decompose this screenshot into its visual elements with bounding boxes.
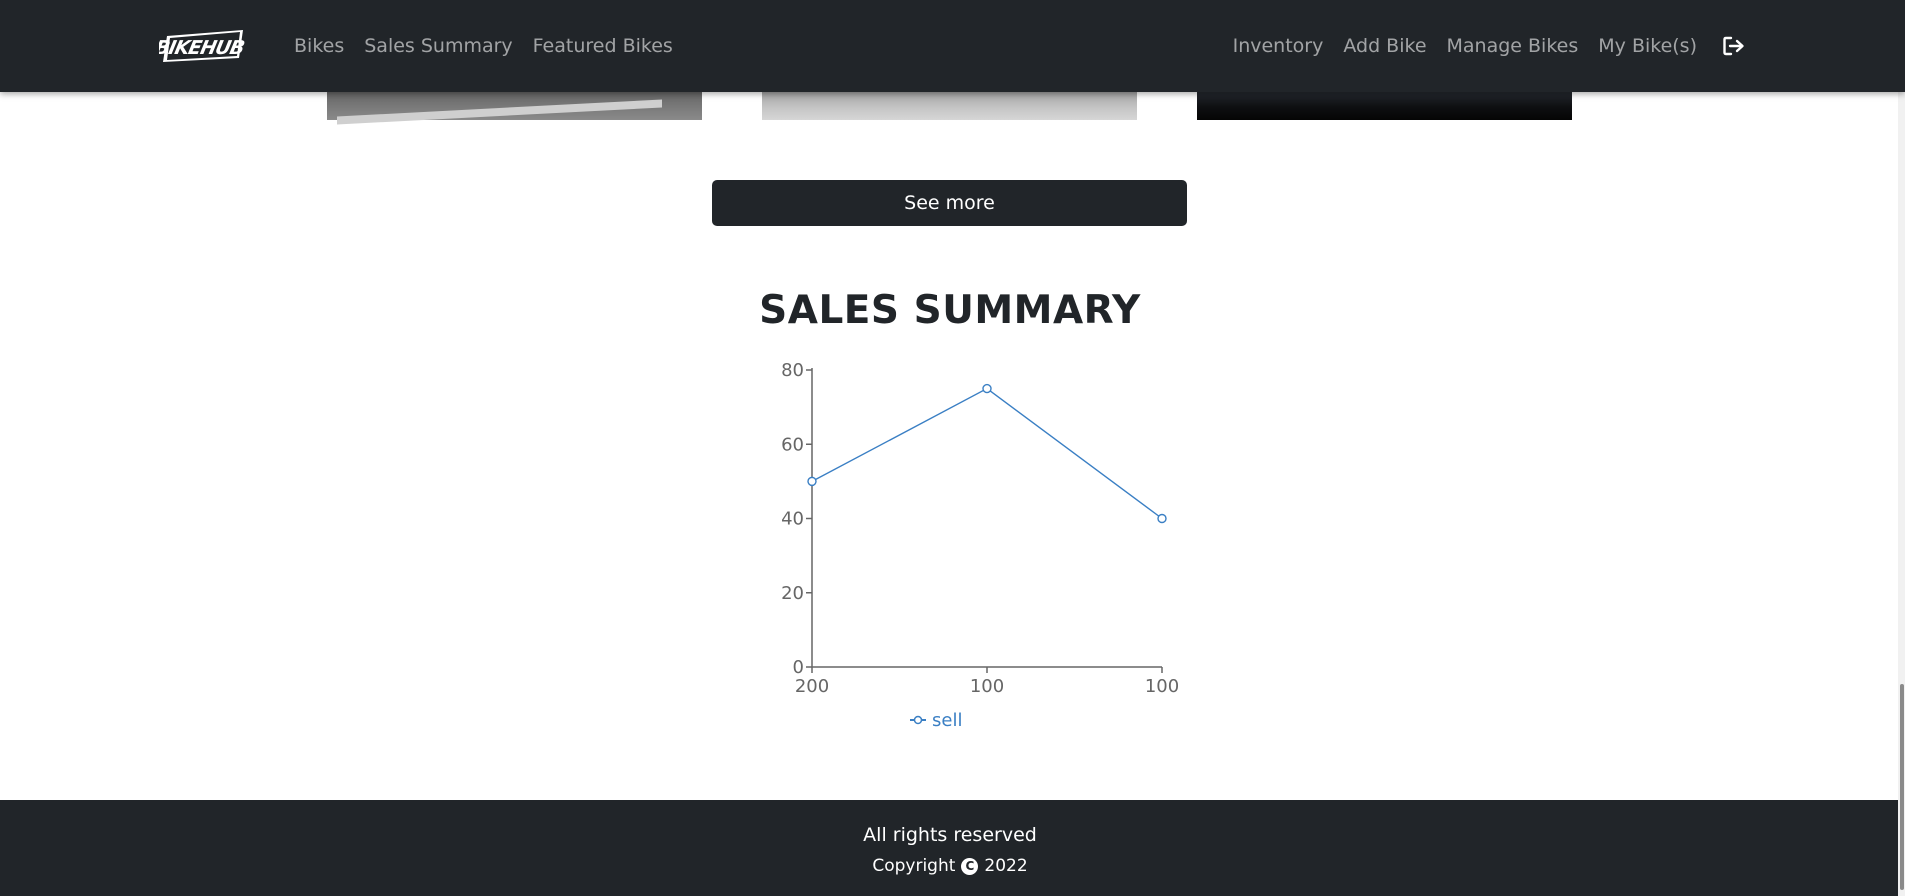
sales-summary-title: SALES SUMMARY — [759, 288, 1141, 333]
page: BIKEHUB Bikes Sales Summary Featured Bik… — [0, 0, 1905, 896]
series-line-sell — [811, 387, 1163, 520]
logout-button[interactable] — [1723, 36, 1745, 56]
chart-legend[interactable]: sell — [910, 710, 962, 731]
nav-left: Bikes Sales Summary Featured Bikes — [294, 0, 683, 92]
x-tick-label: 200 — [795, 676, 829, 697]
nav-link-manage-bikes[interactable]: Manage Bikes — [1437, 35, 1589, 57]
nav-link-sales-summary[interactable]: Sales Summary — [354, 35, 522, 57]
copyright-icon: C — [961, 857, 979, 875]
logout-icon — [1723, 36, 1744, 56]
chart-axes: 0 20 40 60 80 200 100 100 — [781, 360, 1179, 697]
brand-logo[interactable]: BIKEHUB — [159, 22, 249, 70]
page-scrollbar[interactable] — [1898, 0, 1905, 896]
y-tick-label: 80 — [781, 360, 804, 381]
see-more-button[interactable]: See more — [712, 180, 1187, 226]
sales-line-chart: 0 20 40 60 80 200 100 100 sell — [781, 360, 1179, 731]
footer: All rights reserved Copyright C 2022 — [0, 800, 1905, 896]
bike-card-image-3[interactable] — [1197, 88, 1572, 120]
footer-copyright: Copyright C 2022 — [0, 856, 1900, 876]
y-tick-label: 40 — [781, 509, 804, 530]
y-tick-label: 0 — [793, 657, 804, 678]
copyright-year: 2022 — [984, 856, 1028, 876]
y-tick-label: 20 — [781, 583, 804, 604]
x-tick-label: 100 — [1145, 676, 1179, 697]
svg-text:BIKEHUB: BIKEHUB — [159, 36, 246, 59]
nav-right: Inventory Add Bike Manage Bikes My Bike(… — [1223, 0, 1745, 92]
nav-link-bikes[interactable]: Bikes — [294, 35, 354, 57]
nav-link-inventory[interactable]: Inventory — [1223, 35, 1334, 57]
bike-card-image-1[interactable] — [327, 88, 702, 120]
scrollbar-thumb[interactable] — [1900, 684, 1904, 890]
y-tick-label: 60 — [781, 434, 804, 455]
copyright-label: Copyright — [872, 856, 956, 876]
legend-label: sell — [932, 710, 962, 731]
chart-series — [807, 383, 1167, 524]
x-tick-label: 100 — [970, 676, 1004, 697]
footer-rights-text: All rights reserved — [863, 824, 1037, 846]
data-point — [982, 383, 992, 394]
nav-link-add-bike[interactable]: Add Bike — [1333, 35, 1436, 57]
bike-card-image-2[interactable] — [762, 88, 1137, 120]
data-point — [1157, 513, 1167, 524]
nav-link-featured-bikes[interactable]: Featured Bikes — [523, 35, 683, 57]
data-point — [807, 476, 817, 487]
bikehub-logo-icon: BIKEHUB — [159, 30, 246, 62]
navbar: BIKEHUB Bikes Sales Summary Featured Bik… — [0, 0, 1905, 92]
legend-marker-icon — [913, 715, 923, 725]
nav-link-my-bikes[interactable]: My Bike(s) — [1588, 35, 1707, 57]
